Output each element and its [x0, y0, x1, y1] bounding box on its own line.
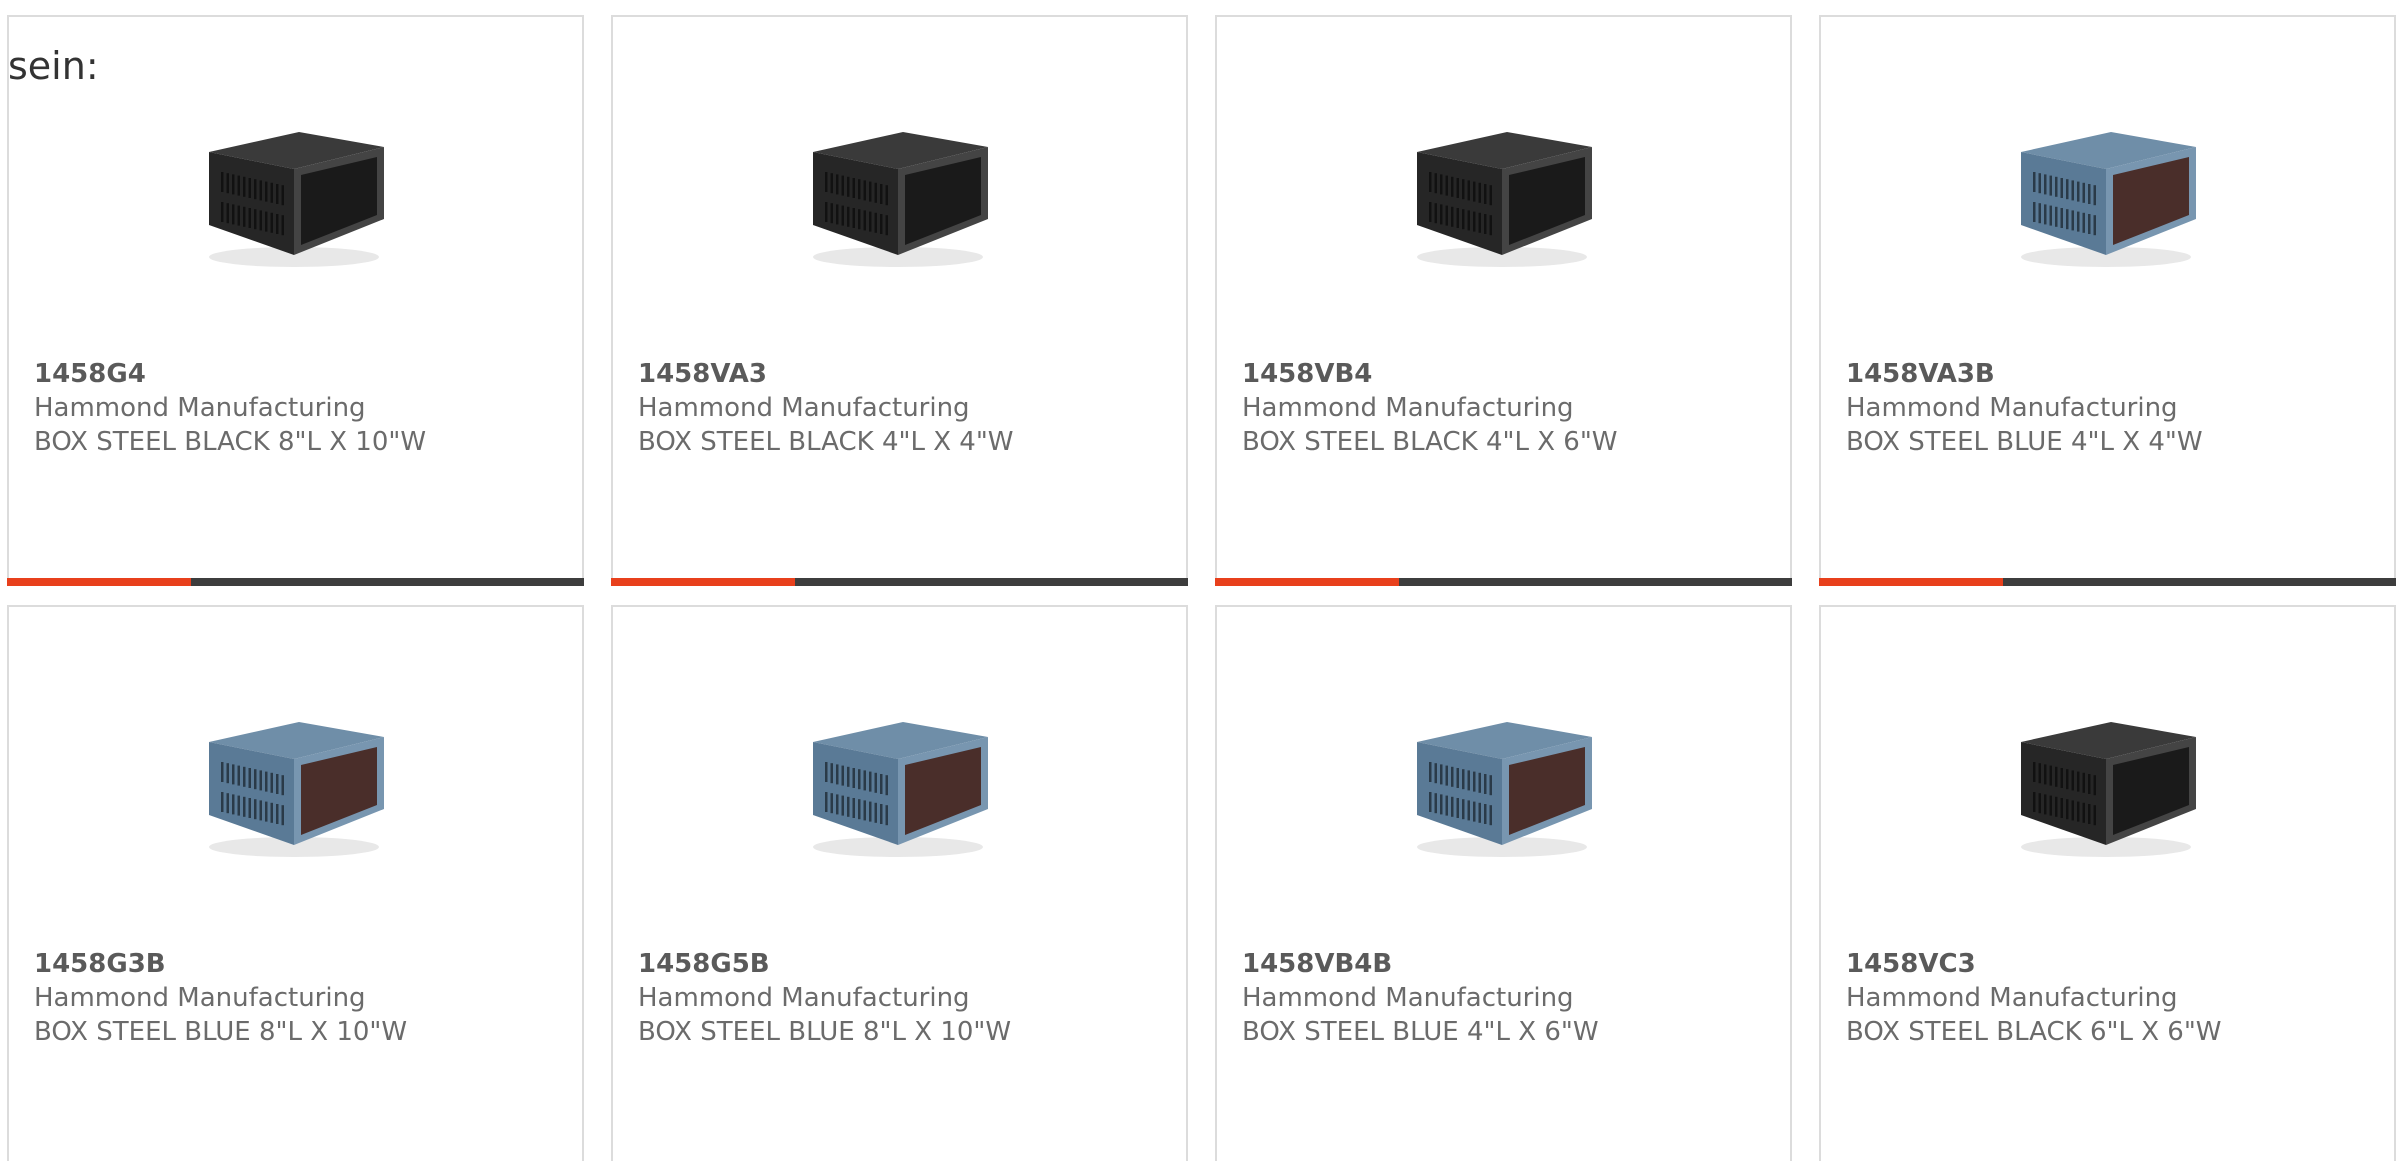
- product-image[interactable]: [199, 697, 399, 867]
- product-card[interactable]: 1458VC3 Hammond Manufacturing BOX STEEL BL…: [1819, 605, 2396, 1161]
- product-card[interactable]: 1458VA3B Hammond Manufacturing BOX STEEL B…: [1819, 15, 2396, 586]
- product-part-number[interactable]: 1458VC3: [1846, 947, 2384, 981]
- card-accent-bar: [1215, 578, 1399, 586]
- product-description: BOX STEEL BLACK 4"L X 4"W: [638, 427, 1014, 457]
- product-card[interactable]: 1458G5B Hammond Manufacturing BOX STEEL BL…: [611, 605, 1188, 1161]
- product-part-number[interactable]: 1458VB4: [1242, 357, 1780, 391]
- product-description: BOX STEEL BLUE 8"L X 10"W: [34, 1017, 408, 1047]
- product-info: 1458VA3 Hammond Manufacturing BOX STEEL BL…: [638, 357, 1176, 459]
- product-info: 1458G5B Hammond Manufacturing BOX STEEL BL…: [638, 947, 1176, 1049]
- product-description: BOX STEEL BLACK 8"L X 10"W: [34, 427, 427, 457]
- product-description: BOX STEEL BLUE 8"L X 10"W: [638, 1017, 1012, 1047]
- card-bottom-bar: [1215, 578, 1792, 586]
- product-manufacturer: Hammond Manufacturing: [1242, 393, 1574, 423]
- card-accent-bar: [7, 578, 191, 586]
- product-manufacturer: Hammond Manufacturing: [638, 393, 970, 423]
- card-accent-bar: [1819, 578, 2003, 586]
- card-bottom-bar: [7, 578, 584, 586]
- intro-text: sein:: [8, 44, 99, 88]
- product-part-number[interactable]: 1458G3B: [34, 947, 572, 981]
- product-image[interactable]: [1407, 107, 1607, 277]
- product-info: 1458VA3B Hammond Manufacturing BOX STEEL B…: [1846, 357, 2384, 459]
- product-info: 1458VC3 Hammond Manufacturing BOX STEEL BL…: [1846, 947, 2384, 1049]
- product-description: BOX STEEL BLUE 4"L X 6"W: [1242, 1017, 1599, 1047]
- card-bottom-bar: [1819, 578, 2396, 586]
- product-info: 1458G4 Hammond Manufacturing BOX STEEL BLA…: [34, 357, 572, 459]
- product-part-number[interactable]: 1458VB4B: [1242, 947, 1780, 981]
- product-part-number[interactable]: 1458VA3B: [1846, 357, 2384, 391]
- product-image[interactable]: [2011, 107, 2211, 277]
- product-image[interactable]: [803, 107, 1003, 277]
- product-card[interactable]: 1458VB4B Hammond Manufacturing BOX STEEL B…: [1215, 605, 1792, 1161]
- card-bottom-bar: [611, 578, 1188, 586]
- product-manufacturer: Hammond Manufacturing: [34, 393, 366, 423]
- product-manufacturer: Hammond Manufacturing: [638, 983, 970, 1013]
- card-accent-bar: [611, 578, 795, 586]
- product-image[interactable]: [1407, 697, 1607, 867]
- product-manufacturer: Hammond Manufacturing: [1846, 393, 2178, 423]
- product-manufacturer: Hammond Manufacturing: [1242, 983, 1574, 1013]
- product-description: BOX STEEL BLACK 6"L X 6"W: [1846, 1017, 2222, 1047]
- product-card[interactable]: 1458VA3 Hammond Manufacturing BOX STEEL BL…: [611, 15, 1188, 586]
- product-description: BOX STEEL BLUE 4"L X 4"W: [1846, 427, 2203, 457]
- product-grid-page: sein: 1458G4 Hammond Manufacturing BOX STE…: [0, 0, 2400, 1161]
- product-manufacturer: Hammond Manufacturing: [34, 983, 366, 1013]
- product-info: 1458VB4B Hammond Manufacturing BOX STEEL B…: [1242, 947, 1780, 1049]
- product-manufacturer: Hammond Manufacturing: [1846, 983, 2178, 1013]
- product-part-number[interactable]: 1458G4: [34, 357, 572, 391]
- product-card[interactable]: 1458G4 Hammond Manufacturing BOX STEEL BLA…: [7, 15, 584, 586]
- product-part-number[interactable]: 1458G5B: [638, 947, 1176, 981]
- product-info: 1458G3B Hammond Manufacturing BOX STEEL BL…: [34, 947, 572, 1049]
- product-image[interactable]: [199, 107, 399, 277]
- product-info: 1458VB4 Hammond Manufacturing BOX STEEL BL…: [1242, 357, 1780, 459]
- product-image[interactable]: [2011, 697, 2211, 867]
- product-card[interactable]: 1458VB4 Hammond Manufacturing BOX STEEL BL…: [1215, 15, 1792, 586]
- product-image[interactable]: [803, 697, 1003, 867]
- product-part-number[interactable]: 1458VA3: [638, 357, 1176, 391]
- product-description: BOX STEEL BLACK 4"L X 6"W: [1242, 427, 1618, 457]
- product-card[interactable]: 1458G3B Hammond Manufacturing BOX STEEL BL…: [7, 605, 584, 1161]
